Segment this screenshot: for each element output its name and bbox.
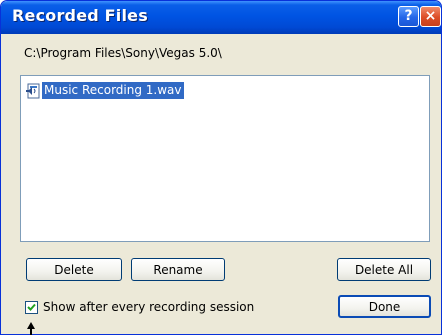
done-button[interactable]: Done [338,295,431,318]
title-bar[interactable]: Recorded Files ? × [1,1,441,34]
show-after-recording-option[interactable]: Show after every recording session [25,300,254,314]
delete-all-button[interactable]: Delete All [337,258,431,281]
window-title: Recorded Files [12,6,148,25]
delete-button[interactable]: Delete [26,258,122,281]
folder-path: C:\Program Files\Sony\Vegas 5.0\ [24,46,222,60]
recorded-files-list[interactable]: Music Recording 1.wav [20,75,430,242]
rename-button[interactable]: Rename [131,258,225,281]
show-after-recording-label: Show after every recording session [43,300,255,314]
help-button[interactable]: ? [398,6,419,27]
file-name: Music Recording 1.wav [42,82,184,99]
close-icon: × [424,8,437,24]
close-button[interactable]: × [420,6,441,27]
show-after-recording-checkbox[interactable] [25,300,38,314]
recorded-files-dialog: Recorded Files ? × C:\Program Files\Sony… [0,0,442,335]
help-icon: ? [404,8,413,24]
list-item[interactable]: Music Recording 1.wav [25,81,184,100]
audio-file-icon [25,83,41,99]
mouse-pointer-icon [27,322,35,335]
